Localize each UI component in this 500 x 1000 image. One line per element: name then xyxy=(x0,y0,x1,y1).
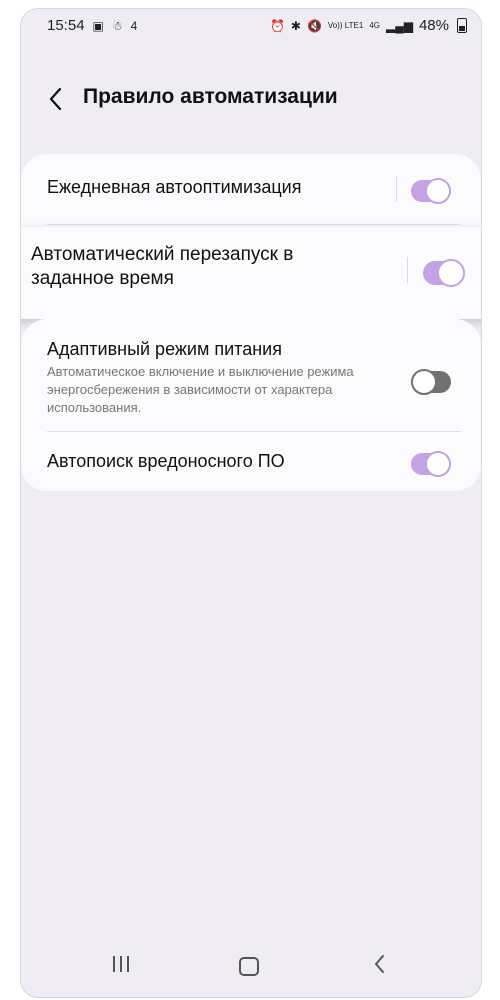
android-icon: ☃ xyxy=(111,18,123,33)
setting-title: Адаптивный режим питания xyxy=(47,339,282,359)
signal-small-text: 4 xyxy=(130,18,138,33)
divider xyxy=(47,224,461,225)
malware-scan-toggle[interactable] xyxy=(411,451,451,477)
alarm-icon: ⏰ xyxy=(269,18,285,33)
bluetooth-icon: ✱ xyxy=(290,18,301,33)
navigation-bar xyxy=(21,937,481,997)
network-type: 4G xyxy=(369,21,380,30)
setting-row-daily-optimization[interactable]: Ежедневная автооптимизация xyxy=(21,154,481,224)
signal-icon: ▂▄▆ xyxy=(386,18,413,33)
network-volte: Vo)) LTE1 xyxy=(327,20,364,30)
back-button[interactable] xyxy=(43,83,71,115)
setting-row-adaptive-power[interactable]: Адаптивный режим питания Автоматическое … xyxy=(21,319,481,431)
adaptive-power-toggle[interactable] xyxy=(411,369,451,395)
battery-icon xyxy=(457,18,467,33)
setting-row-auto-restart[interactable]: Автоматический перезапуск в заданное вре… xyxy=(21,227,481,319)
setting-title: Ежедневная автооптимизация xyxy=(47,177,302,197)
back-arrow-icon xyxy=(49,87,62,111)
setting-title: Автоматический перезапуск в заданное вре… xyxy=(31,244,294,289)
nav-home-icon[interactable] xyxy=(239,957,259,976)
nav-recents-icon[interactable] xyxy=(111,953,131,980)
battery-percent: 48% xyxy=(418,17,449,34)
settings-card-2: Адаптивный режим питания Автоматическое … xyxy=(21,319,481,491)
gallery-icon: ▣ xyxy=(92,18,104,33)
daily-optimization-toggle[interactable] xyxy=(411,178,451,204)
phone-screen: 15:54 ▣ ☃ 4 ⏰ ✱ 🔇 Vo)) LTE1 4G ▂▄▆ 48% П… xyxy=(20,8,482,998)
nav-back-icon[interactable] xyxy=(371,953,389,980)
mute-icon: 🔇 xyxy=(306,18,322,33)
row-separator xyxy=(396,176,397,202)
setting-row-malware-scan[interactable]: Автопоиск вредоносного ПО xyxy=(21,431,481,491)
setting-description: Автоматическое включение и выключение ре… xyxy=(47,364,354,415)
status-time: 15:54 xyxy=(47,17,85,34)
row-separator xyxy=(407,257,408,283)
page-title: Правило автоматизации xyxy=(83,85,338,108)
setting-title: Автопоиск вредоносного ПО xyxy=(47,451,285,471)
auto-restart-toggle[interactable] xyxy=(423,259,465,287)
status-bar: 15:54 ▣ ☃ 4 ⏰ ✱ 🔇 Vo)) LTE1 4G ▂▄▆ 48% xyxy=(21,9,481,43)
app-bar: Правило автоматизации xyxy=(21,79,481,119)
